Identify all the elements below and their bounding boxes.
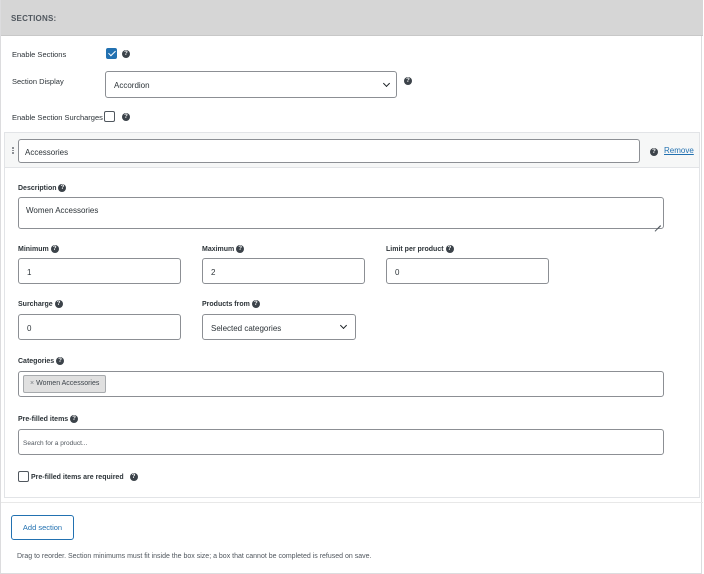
prefilled-required-label: Pre-filled items are required ? [31,473,138,481]
enable-surcharges-help-icon[interactable]: ? [122,113,130,121]
surcharge-label: Surcharge ? [18,300,63,308]
maximum-help-icon[interactable]: ? [236,245,245,253]
limit-per-product-label: Limit per product ? [386,245,454,253]
surcharge-help-icon[interactable]: ? [54,300,63,308]
enable-surcharges-checkbox[interactable] [104,111,115,122]
limit-per-product-value: 0 [395,268,400,277]
description-value: Women Accessories [26,206,99,215]
categories-input[interactable] [18,371,664,397]
resize-handle-icon[interactable] [655,220,661,226]
section-display-label: Section Display [12,77,64,86]
chevron-down-icon [382,79,391,88]
description-textarea[interactable]: Women Accessories [18,197,664,229]
limit-per-product-help-icon[interactable]: ? [445,245,454,253]
divider [1,502,703,503]
surcharge-value: 0 [27,324,32,333]
enable-surcharges-label: Enable Section Surcharges [12,113,103,122]
section-name-input[interactable]: Accessories [18,139,640,163]
maximum-label: Maximum ? [202,245,245,253]
enable-sections-label: Enable Sections [12,50,67,59]
prefilled-items-placeholder: Search for a product... [23,440,88,447]
categories-label: Categories ? [18,357,65,365]
minimum-input[interactable]: 1 [18,258,181,284]
sections-header: SECTIONS: [1,0,703,36]
add-section-button[interactable]: Add section [11,515,74,540]
drag-handle-icon[interactable] [12,147,14,155]
products-from-select[interactable]: Selected categories [202,314,356,340]
category-tag: × Women Accessories [23,375,107,393]
minimum-label: Minimum ? [18,245,59,253]
minimum-value: 1 [27,268,32,277]
products-from-value: Selected categories [211,324,282,333]
section-name-value: Accessories [25,148,69,157]
enable-sections-checkbox[interactable] [106,48,117,59]
maximum-input[interactable]: 2 [202,258,365,284]
prefilled-required-checkbox[interactable] [18,471,29,482]
categories-help-icon[interactable]: ? [56,357,65,365]
sections-panel: SECTIONS: Enable Sections ? Section Disp… [0,0,703,574]
prefilled-required-help-icon[interactable]: ? [129,473,138,481]
prefilled-items-help-icon[interactable]: ? [70,415,79,423]
description-label: Description ? [18,184,67,192]
section-display-select[interactable]: Accordion [105,71,397,98]
section-display-help-icon[interactable]: ? [404,77,412,85]
products-from-label: Products from ? [202,300,260,308]
limit-per-product-input[interactable]: 0 [386,258,549,284]
reorder-note: Drag to reorder. Section minimums must f… [17,553,372,560]
section-display-value: Accordion [114,81,150,90]
products-from-help-icon[interactable]: ? [251,300,260,308]
prefilled-items-search[interactable]: Search for a product... [18,429,664,455]
description-help-icon[interactable]: ? [58,184,67,192]
maximum-value: 2 [211,268,216,277]
prefilled-items-label: Pre-filled items ? [18,415,79,423]
tag-remove-icon[interactable]: × [30,380,34,387]
chevron-down-icon [339,321,348,330]
remove-section-link[interactable]: Remove [664,146,694,155]
surcharge-input[interactable]: 0 [18,314,181,340]
sections-title: SECTIONS: [11,14,57,23]
minimum-help-icon[interactable]: ? [50,245,59,253]
enable-sections-help-icon[interactable]: ? [122,50,130,58]
category-tag-label: Women Accessories [36,380,100,387]
section-help-icon[interactable]: ? [650,148,658,156]
